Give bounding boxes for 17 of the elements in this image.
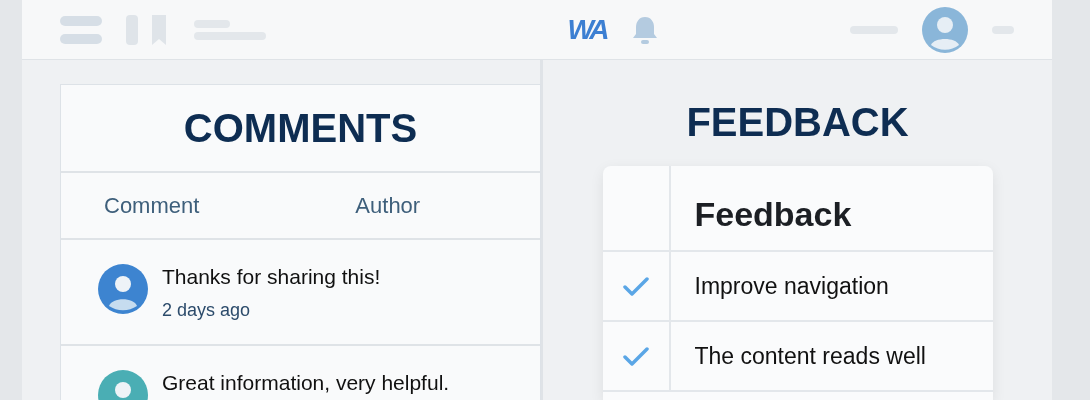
feedback-title: FEEDBACK xyxy=(686,102,909,142)
comments-title: COMMENTS xyxy=(61,85,540,173)
comment-text: Thanks for sharing this! xyxy=(162,264,381,290)
avatar-icon xyxy=(98,264,148,314)
bell-icon[interactable] xyxy=(630,14,659,45)
check-icon xyxy=(622,346,649,366)
check-icon xyxy=(622,276,649,296)
table-title: Feedback xyxy=(693,194,852,235)
logo: WA xyxy=(567,12,607,47)
comment-time: 2 days ago xyxy=(162,299,252,323)
column-header: Author xyxy=(355,192,421,220)
feedback-item: The content reads well xyxy=(693,341,926,371)
feedback-item: Improve navigation xyxy=(693,271,889,301)
avatar-icon[interactable] xyxy=(922,6,968,53)
menu-icon[interactable] xyxy=(60,15,102,44)
comment-text: Great information, very helpful. xyxy=(162,370,450,396)
column-header: Comment xyxy=(104,192,200,220)
